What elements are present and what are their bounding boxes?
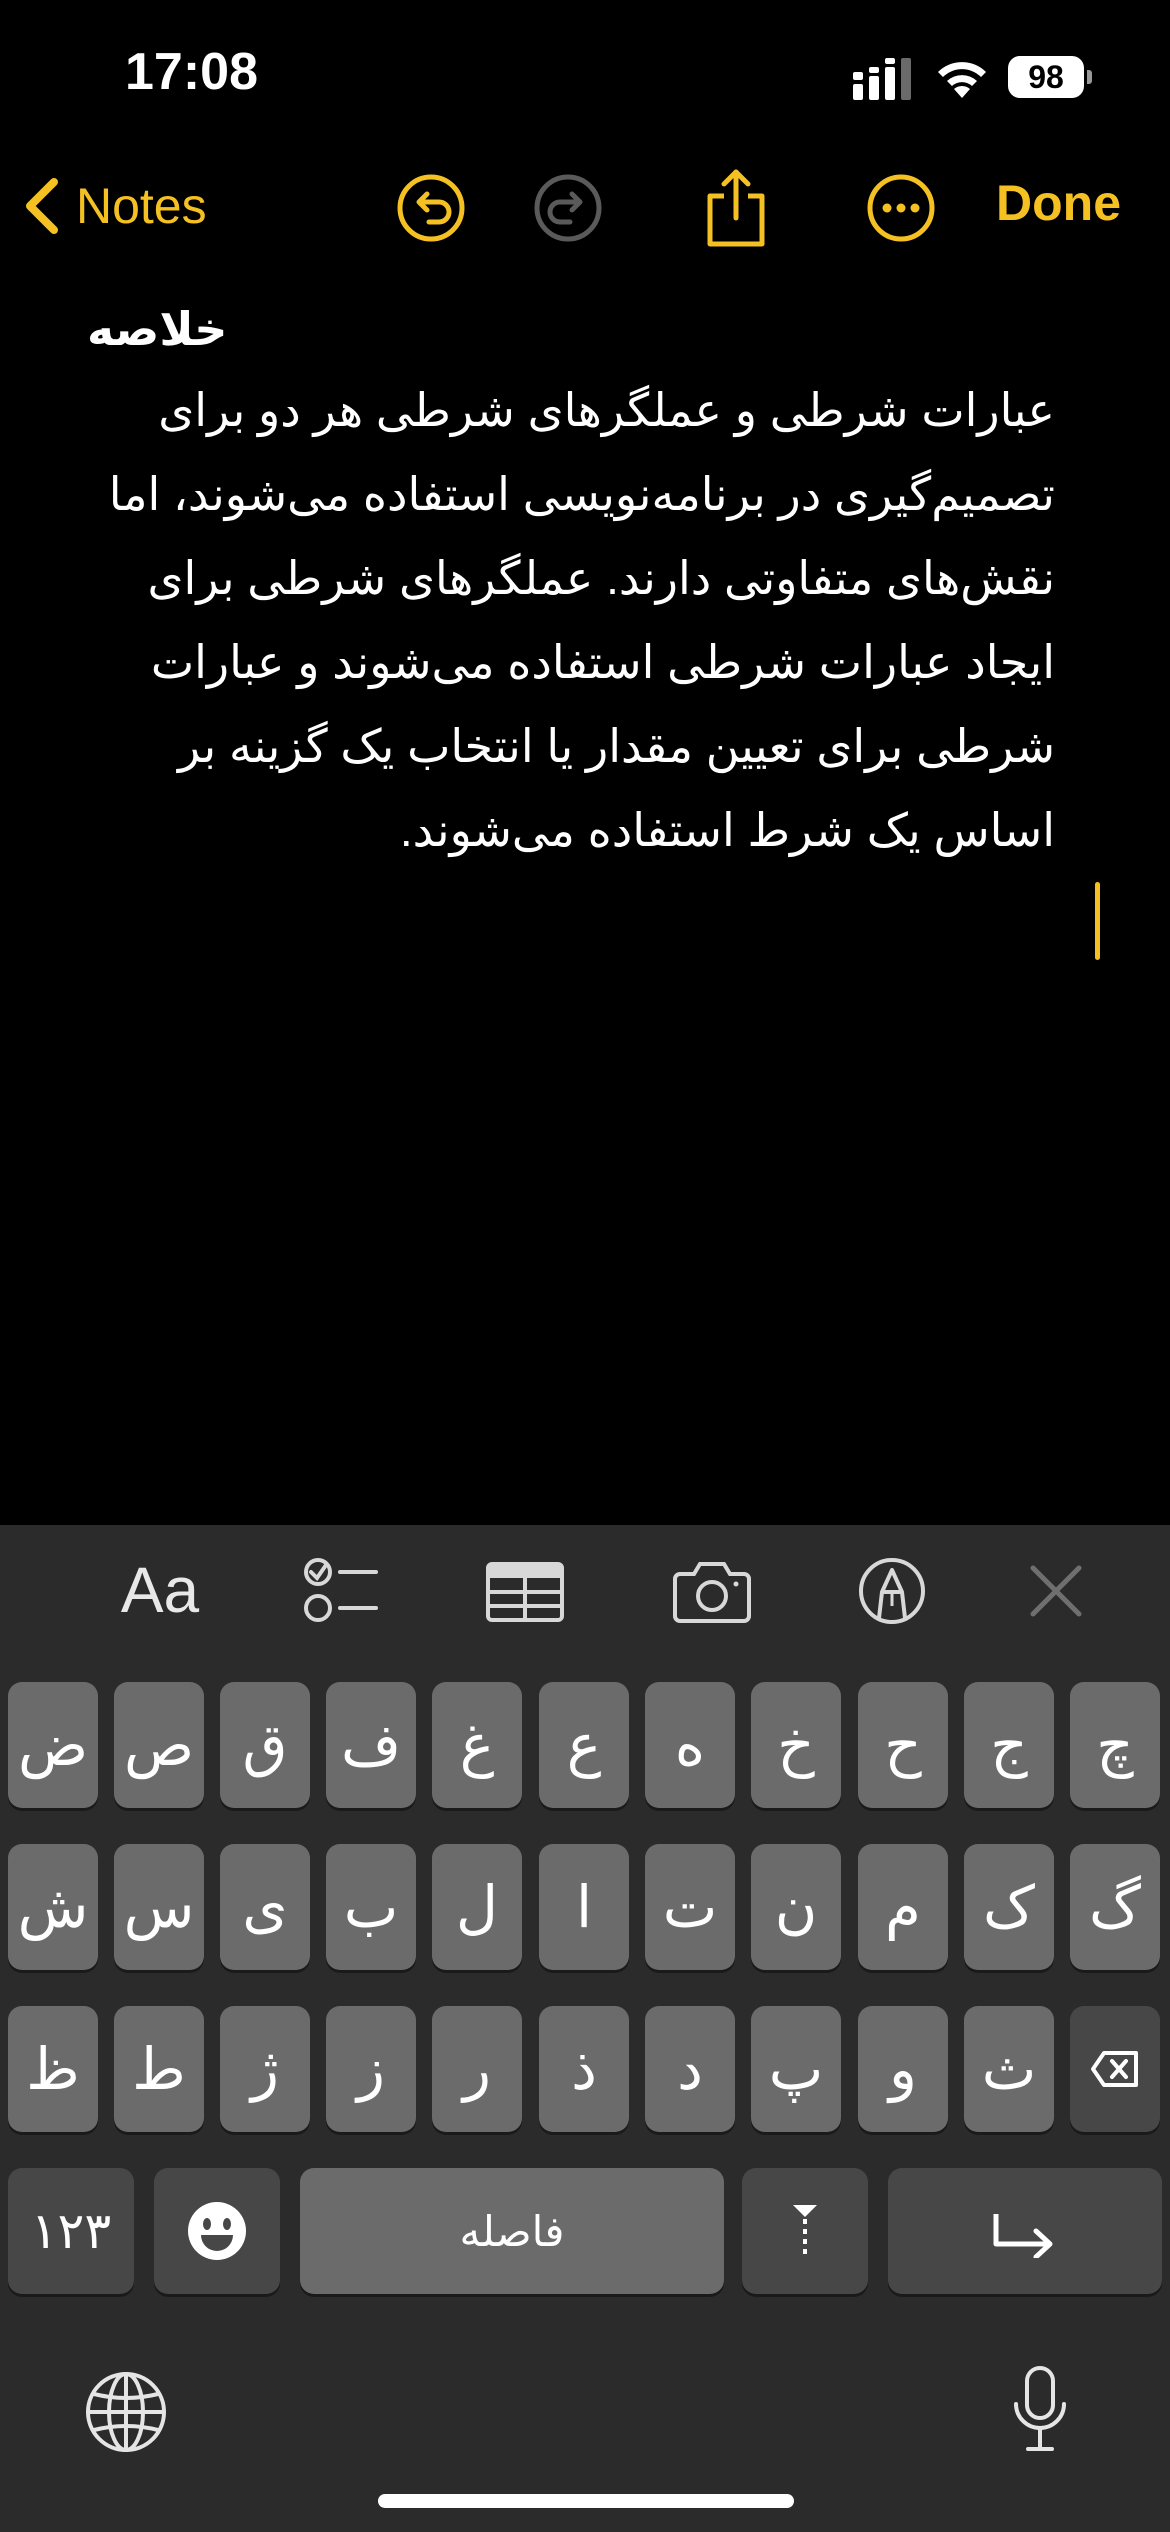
key-zhe[interactable]: ژ <box>220 2006 310 2132</box>
more-icon[interactable] <box>865 172 937 244</box>
return-key[interactable] <box>888 2168 1162 2294</box>
key-pe[interactable]: پ <box>751 2006 841 2132</box>
done-button[interactable]: Done <box>996 174 1121 232</box>
share-icon[interactable] <box>700 166 772 250</box>
note-line: تصمیم‌گیری در برنامه‌نویسی استفاده می‌شو… <box>108 468 1055 520</box>
key-te[interactable]: ت <box>645 1844 735 1970</box>
key-he[interactable]: ه <box>645 1682 735 1808</box>
key-che[interactable]: چ <box>1070 1682 1160 1808</box>
key-lam[interactable]: ل <box>432 1844 522 1970</box>
return-icon <box>993 2214 1053 2258</box>
key-re[interactable]: ر <box>432 2006 522 2132</box>
status-time: 17:08 <box>125 43 258 101</box>
markup-pen-icon[interactable] <box>857 1556 927 1626</box>
key-zal[interactable]: ذ <box>539 2006 629 2132</box>
home-indicator[interactable] <box>378 2494 794 2508</box>
key-vav[interactable]: و <box>858 2006 948 2132</box>
table-icon[interactable] <box>485 1561 565 1623</box>
key-khe[interactable]: خ <box>751 1682 841 1808</box>
key-ghein[interactable]: غ <box>432 1682 522 1808</box>
note-line: نقش‌های متفاوتی دارند. عملگرهای شرطی برا… <box>147 552 1055 604</box>
note-body: عبارات شرطی و عملگرهای شرطی هر دو برای ت… <box>55 368 1055 872</box>
key-ze[interactable]: ز <box>326 2006 416 2132</box>
key-dal[interactable]: د <box>645 2006 735 2132</box>
key-be[interactable]: ب <box>326 1844 416 1970</box>
emoji-key[interactable] <box>154 2168 280 2294</box>
note-line: اساس یک شرط استفاده می‌شوند. <box>399 804 1055 856</box>
key-qaf[interactable]: ق <box>220 1682 310 1808</box>
close-icon[interactable] <box>1027 1562 1085 1620</box>
globe-icon[interactable] <box>84 2370 168 2454</box>
space-key[interactable]: فاصله <box>300 2168 724 2294</box>
key-sad[interactable]: ص <box>114 1682 204 1808</box>
key-sin[interactable]: س <box>114 1844 204 1970</box>
note-title: خلاصه <box>87 303 228 355</box>
key-he-jimi[interactable]: ح <box>858 1682 948 1808</box>
key-mim[interactable]: م <box>858 1844 948 1970</box>
text-cursor <box>1095 882 1100 960</box>
key-shin[interactable]: ش <box>8 1844 98 1970</box>
key-za[interactable]: ظ <box>8 2006 98 2132</box>
delete-key[interactable] <box>1070 2006 1160 2132</box>
key-ye[interactable]: ی <box>220 1844 310 1970</box>
key-alef[interactable]: ا <box>539 1844 629 1970</box>
numbers-key[interactable]: ۱۲۳ <box>8 2168 134 2294</box>
key-se[interactable]: ث <box>964 2006 1054 2132</box>
battery-icon: 98 <box>1008 56 1092 98</box>
emoji-icon <box>188 2202 246 2260</box>
backspace-icon <box>1091 2051 1138 2087</box>
note-line: عبارات شرطی و عملگرهای شرطی هر دو برای <box>158 384 1055 436</box>
key-nun[interactable]: ن <box>751 1844 841 1970</box>
back-button[interactable]: Notes <box>22 170 207 242</box>
key-zad[interactable]: ض <box>8 1682 98 1808</box>
chevron-left-icon <box>26 178 58 234</box>
format-button[interactable]: Aa <box>110 1545 210 1635</box>
wifi-icon <box>938 62 986 98</box>
zwnj-key[interactable] <box>742 2168 868 2294</box>
key-gaf[interactable]: گ <box>1070 1844 1160 1970</box>
microphone-icon[interactable] <box>1008 2364 1072 2454</box>
redo-icon[interactable] <box>532 172 604 244</box>
key-jim[interactable]: ج <box>964 1682 1054 1808</box>
cellular-signal-icon <box>853 58 911 100</box>
battery-level: 98 <box>1008 56 1084 98</box>
key-fe[interactable]: ف <box>326 1682 416 1808</box>
key-ta[interactable]: ط <box>114 2006 204 2132</box>
note-editor[interactable]: خلاصه عبارات شرطی و عملگرهای شرطی هر دو … <box>75 290 1055 872</box>
checklist-icon[interactable] <box>300 1556 380 1626</box>
note-line: شرطی برای تعیین مقدار یا انتخاب یک گزینه… <box>178 720 1055 772</box>
key-kaf[interactable]: ک <box>964 1844 1054 1970</box>
note-line: ایجاد عبارات شرطی استفاده می‌شوند و عبار… <box>150 636 1055 688</box>
back-label: Notes <box>76 178 207 234</box>
undo-icon[interactable] <box>395 172 467 244</box>
camera-icon[interactable] <box>672 1558 752 1624</box>
zwnj-icon <box>793 2205 817 2257</box>
key-ein[interactable]: ع <box>539 1682 629 1808</box>
